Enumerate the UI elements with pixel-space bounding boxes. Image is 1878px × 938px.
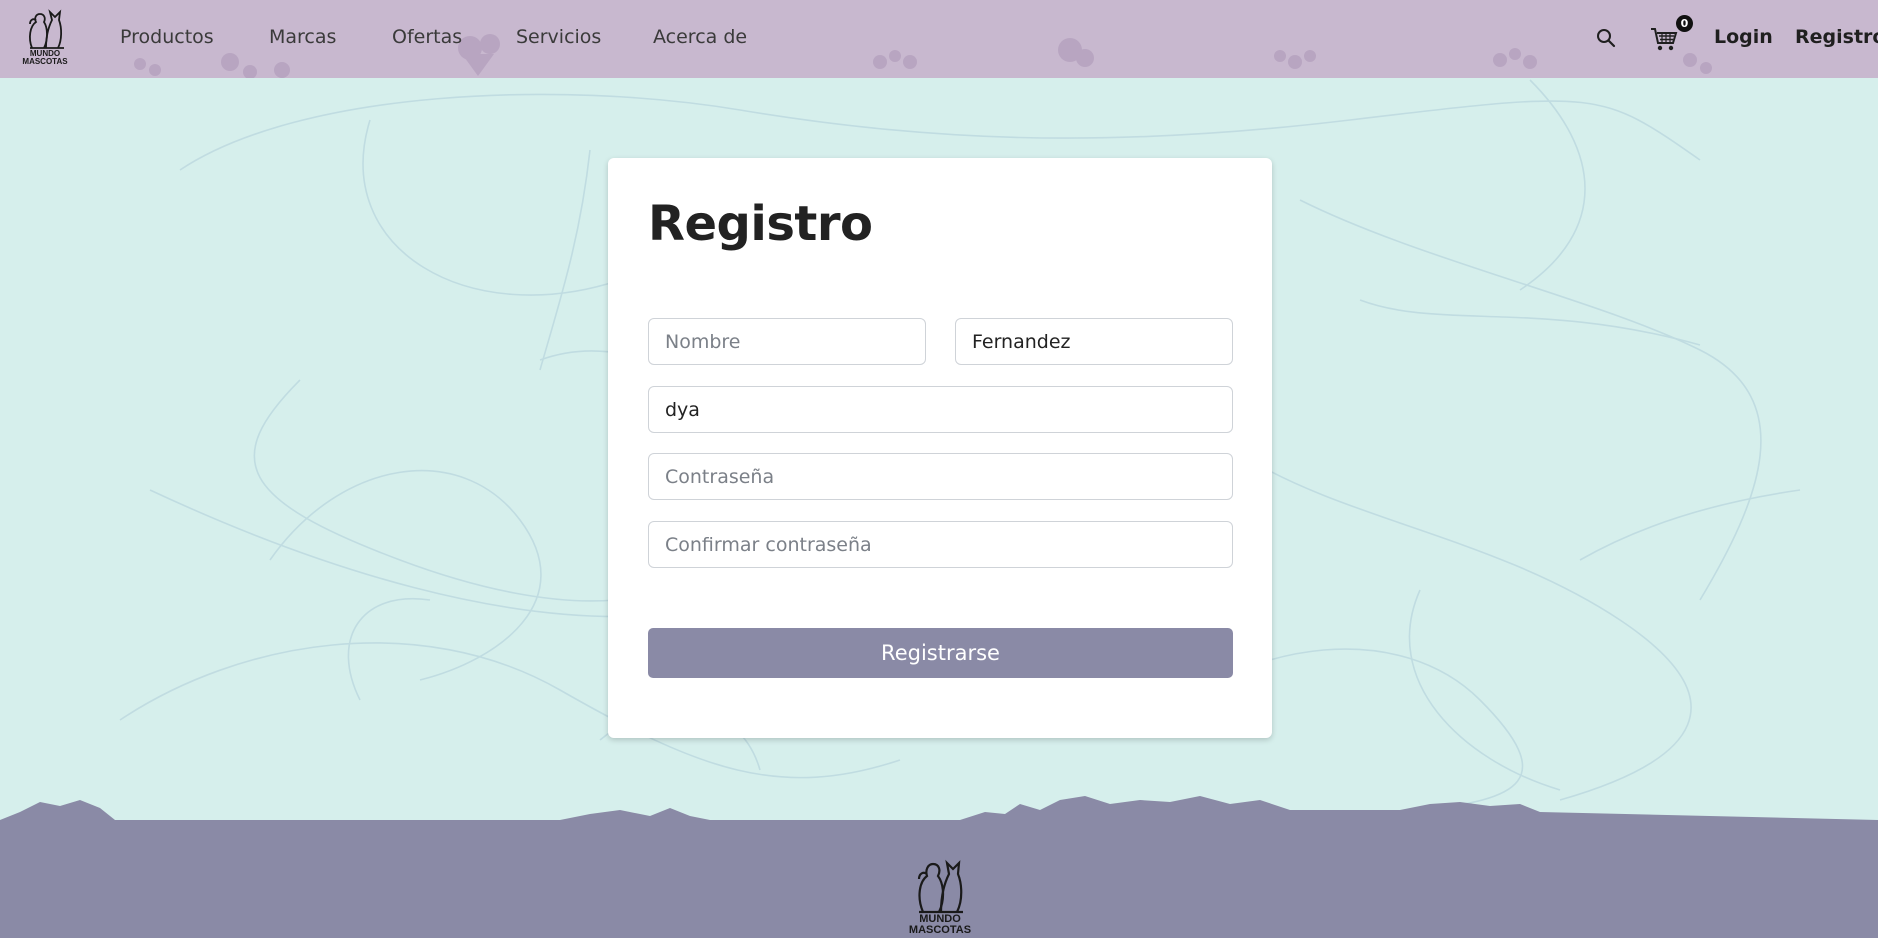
login-link[interactable]: Login [1714, 26, 1773, 48]
footer-line2: MASCOTAS [908, 924, 972, 936]
navbar: MUNDO MASCOTAS Productos Marcas Ofertas … [0, 0, 1878, 78]
nav-marcas[interactable]: Marcas [269, 26, 336, 48]
first-name-input[interactable] [648, 318, 926, 365]
footer: MUNDO MASCOTAS [0, 790, 1878, 938]
password-input[interactable] [648, 453, 1233, 500]
pets-logo-icon [29, 9, 64, 49]
cart-icon[interactable] [1650, 26, 1678, 56]
nav-productos[interactable]: Productos [120, 26, 214, 48]
last-name-input[interactable] [955, 318, 1233, 365]
nav-ofertas[interactable]: Ofertas [392, 26, 462, 48]
brand-logo[interactable]: MUNDO MASCOTAS [18, 8, 72, 68]
footer-logo: MUNDO MASCOTAS [905, 858, 975, 938]
search-icon[interactable] [1596, 28, 1616, 52]
brand-text: MUNDO MASCOTAS [18, 50, 72, 66]
register-card: Registro Registrarse [608, 158, 1272, 738]
register-submit-button[interactable]: Registrarse [648, 628, 1233, 678]
confirm-password-input[interactable] [648, 521, 1233, 568]
pets-logo-icon [917, 859, 963, 914]
nav-servicios[interactable]: Servicios [516, 26, 601, 48]
footer-logo-text: MUNDO MASCOTAS [905, 914, 975, 936]
register-link[interactable]: Registro [1795, 26, 1878, 48]
email-input[interactable] [648, 386, 1233, 433]
brand-line2: MASCOTAS [22, 57, 68, 66]
page-title: Registro [648, 196, 873, 252]
nav-acerca-de[interactable]: Acerca de [653, 26, 747, 48]
cart-count-badge: 0 [1676, 15, 1693, 32]
